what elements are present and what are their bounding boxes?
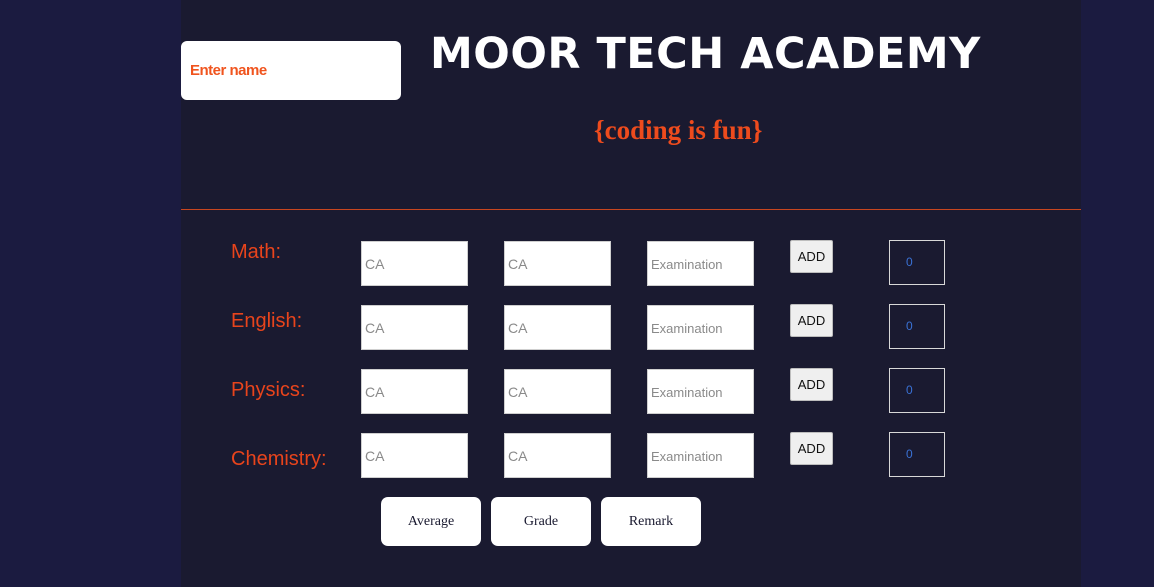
chemistry-total-output: 0 (889, 432, 945, 477)
name-input[interactable] (181, 41, 401, 100)
english-exam-input[interactable] (647, 305, 754, 350)
math-exam-input[interactable] (647, 241, 754, 286)
header-divider (181, 209, 1081, 210)
subject-label-chemistry: Chemistry: (231, 448, 327, 470)
english-total-output: 0 (889, 304, 945, 349)
english-ca2-input[interactable] (504, 305, 611, 350)
average-button[interactable]: Average (381, 497, 481, 546)
tagline: {coding is fun} (594, 115, 763, 145)
math-ca1-input[interactable] (361, 241, 468, 286)
subject-label-english: English: (231, 310, 303, 332)
chemistry-exam-input[interactable] (647, 433, 754, 478)
grade-button[interactable]: Grade (491, 497, 591, 546)
math-ca2-input[interactable] (504, 241, 611, 286)
subject-label-math: Math: (231, 241, 282, 263)
english-ca1-input[interactable] (361, 305, 468, 350)
chemistry-ca2-input[interactable] (504, 433, 611, 478)
math-total-output: 0 (889, 240, 945, 285)
physics-ca1-input[interactable] (361, 369, 468, 414)
chemistry-ca1-input[interactable] (361, 433, 468, 478)
remark-button[interactable]: Remark (601, 497, 701, 546)
english-add-button[interactable]: ADD (790, 304, 833, 337)
physics-ca2-input[interactable] (504, 369, 611, 414)
page-title: MOOR TECH ACADEMY (430, 29, 981, 79)
subject-label-physics: Physics: (231, 379, 306, 401)
physics-total-output: 0 (889, 368, 945, 413)
physics-add-button[interactable]: ADD (790, 368, 833, 401)
math-add-button[interactable]: ADD (790, 240, 833, 273)
physics-exam-input[interactable] (647, 369, 754, 414)
chemistry-add-button[interactable]: ADD (790, 432, 833, 465)
